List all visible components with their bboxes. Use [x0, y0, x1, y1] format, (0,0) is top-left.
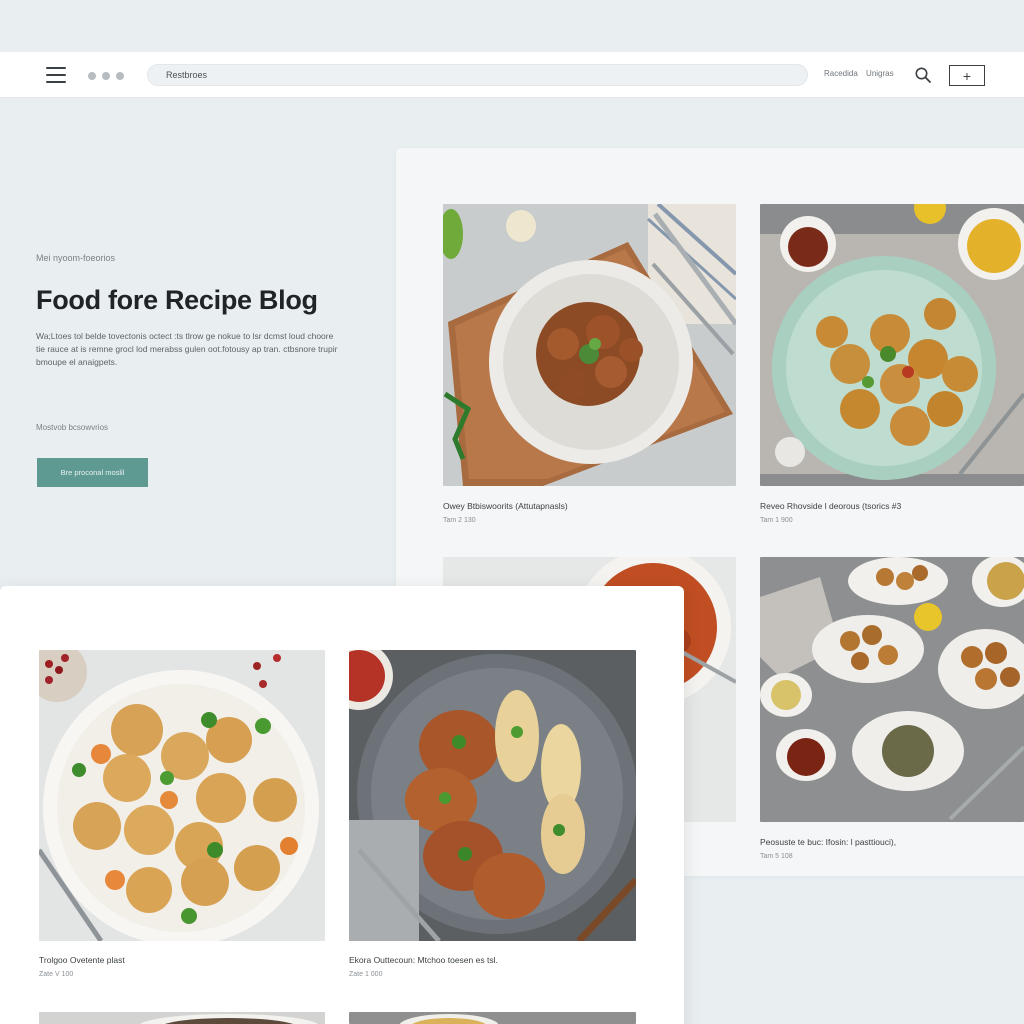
hamburger-menu-icon[interactable] [46, 67, 66, 83]
recipe-title: Peosuste te buc: Ifosin: l pasttiouci), [760, 837, 897, 847]
window-dots [88, 72, 124, 80]
recipe-meta: Tam 1 900 [760, 517, 793, 524]
dot-icon [102, 72, 110, 80]
browser-toolbar: Restbroes Racedida Unigras + [0, 52, 1024, 98]
hero-description: Wa;Ltoes tol belde tovectonis octect :ts… [36, 331, 338, 367]
recipe-title: Owey Btbiswoorits (Attutapnasls) [443, 501, 568, 511]
recipe-image [39, 650, 325, 941]
recipe-title: Trolgoo Ovetente plast [39, 955, 125, 965]
recipe-meta: Tam 5 108 [760, 853, 793, 860]
hero-eyebrow: Mei nyoom-foeorios [36, 253, 116, 263]
recipe-image [760, 204, 1024, 486]
recipe-meta: Tam 2 130 [443, 517, 476, 524]
add-button[interactable]: + [949, 65, 985, 86]
page-title: Food fore Recipe Blog [36, 285, 318, 315]
recipe-image [349, 1012, 636, 1024]
search-icon[interactable] [914, 66, 932, 84]
dot-icon [88, 72, 96, 80]
hero-section: Mei nyoom-foeorios Food fore Recipe Blog… [36, 253, 356, 369]
recipe-meta: Zate V 100 [39, 971, 74, 978]
recipe-image [443, 204, 736, 486]
toolbar-links: Racedida Unigras [824, 69, 900, 78]
hero-subtext: Mostvob bcsowvrios [36, 423, 109, 432]
recipe-image [760, 557, 1024, 822]
cta-button[interactable]: Bre proconal moslil [37, 458, 148, 487]
dot-icon [116, 72, 124, 80]
address-bar[interactable]: Restbroes [147, 64, 808, 86]
recipe-title: Reveo Rhovside l deorous (tsorics #3 [760, 501, 902, 511]
toolbar-link[interactable]: Unigras [866, 69, 894, 78]
recipe-image [39, 1012, 325, 1024]
recipe-meta: Zate 1 000 [349, 971, 383, 978]
toolbar-link[interactable]: Racedida [824, 69, 858, 78]
recipe-title: Ekora Outtecoun: Mtchoo toesen es tsl. [349, 955, 498, 965]
plus-icon: + [962, 67, 972, 84]
recipe-image [349, 650, 636, 941]
